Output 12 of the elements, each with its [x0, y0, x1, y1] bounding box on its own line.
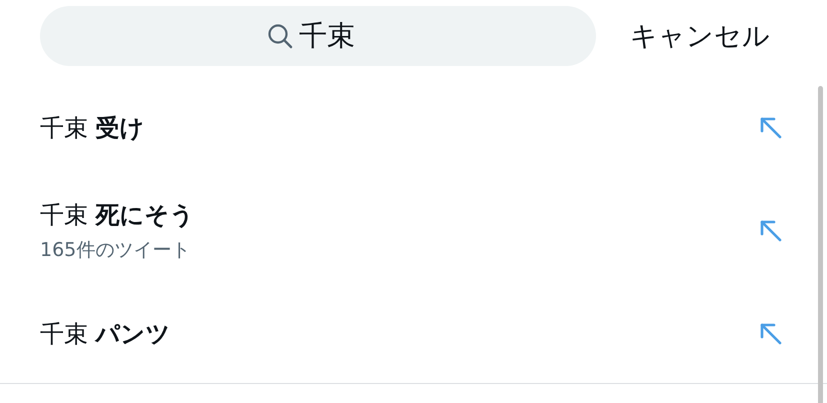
cancel-link[interactable]: キャンセル	[630, 18, 770, 54]
search-input[interactable]: 千束	[299, 20, 369, 52]
arrow-icon[interactable]	[759, 218, 783, 242]
tweet-count: 165件のツイート	[40, 238, 192, 262]
suggestion-query[interactable]: 千束 死にそう	[40, 198, 195, 230]
arrow-icon[interactable]	[759, 322, 783, 346]
suggestion-query[interactable]: 千束 受け	[40, 112, 145, 144]
search-bar[interactable]: 千束	[40, 6, 596, 66]
scrollbar[interactable]	[818, 86, 823, 403]
search-icon	[267, 23, 293, 49]
suggestion-query[interactable]: 千束 パンツ	[40, 318, 171, 350]
arrow-icon[interactable]	[759, 116, 783, 140]
